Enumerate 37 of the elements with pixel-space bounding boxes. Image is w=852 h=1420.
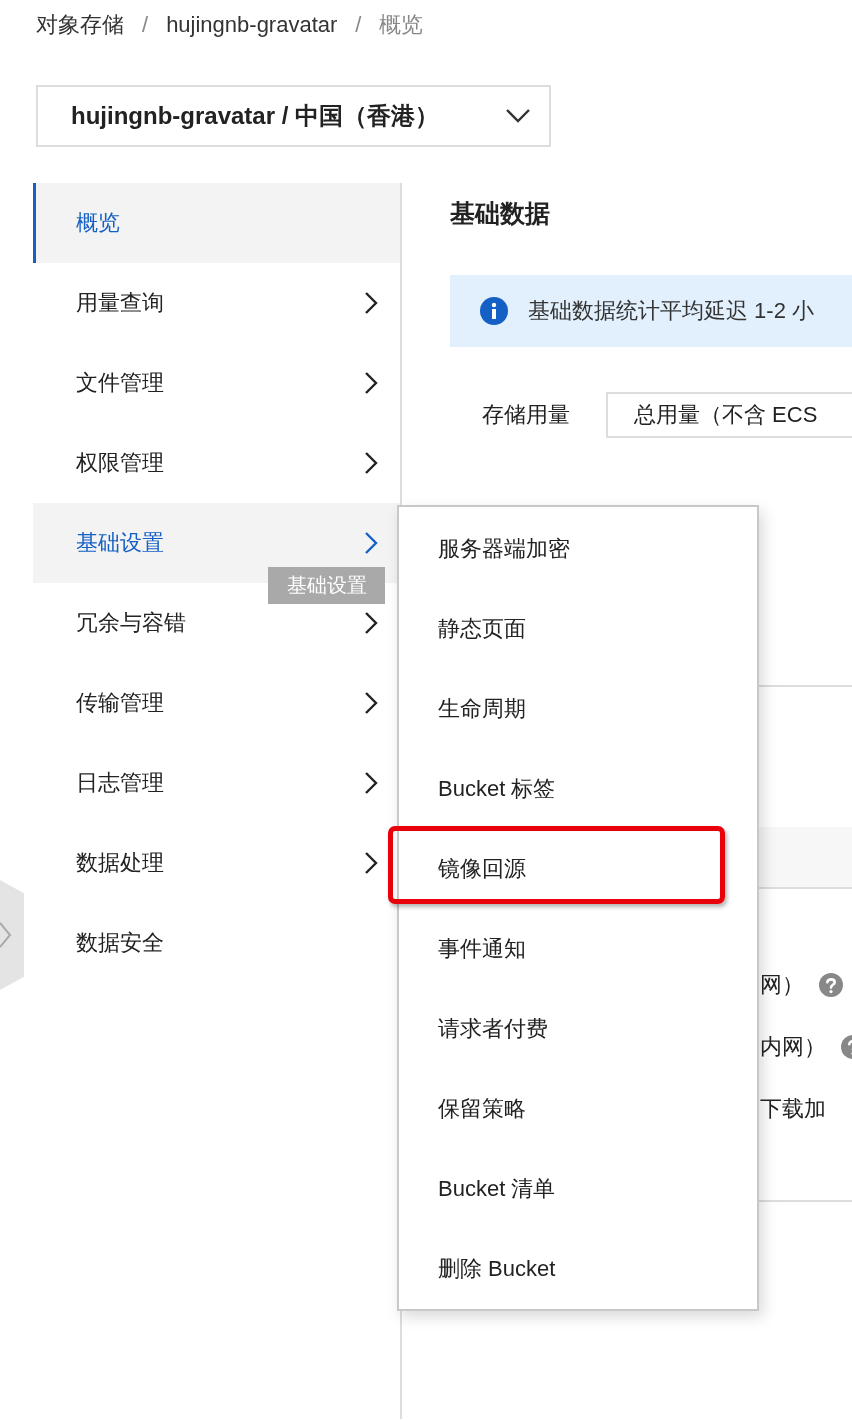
sidebar-item[interactable]: 概览 <box>33 183 400 263</box>
submenu-item[interactable]: 保留策略 <box>399 1069 757 1149</box>
submenu-item[interactable]: 镜像回源 <box>399 829 757 909</box>
chevron-right-icon <box>364 531 378 555</box>
submenu-item[interactable]: Bucket 标签 <box>399 749 757 829</box>
submenu-item[interactable]: 服务器端加密 <box>399 509 757 589</box>
submenu-item[interactable]: Bucket 清单 <box>399 1149 757 1229</box>
bucket-select[interactable]: hujingnb-gravatar / 中国（香港） <box>36 85 551 147</box>
sidebar-item[interactable]: 冗余与容错 <box>76 608 186 638</box>
option-label: 下载加 <box>760 1095 826 1123</box>
option-label: 网） <box>760 971 804 999</box>
sidebar-item[interactable]: 用量查询 <box>76 288 164 318</box>
submenu-item[interactable]: 事件通知 <box>399 909 757 989</box>
breadcrumb-separator: / <box>142 12 149 38</box>
hover-tooltip: 基础设置 <box>268 567 385 604</box>
sidebar-item[interactable]: 权限管理 <box>76 448 164 478</box>
sidebar-item[interactable]: 数据处理 <box>76 848 164 878</box>
submenu-item[interactable]: 生命周期 <box>399 669 757 749</box>
breadcrumb-current: 概览 <box>379 11 424 39</box>
sidebar-item[interactable]: 传输管理 <box>76 688 164 718</box>
breadcrumb-link[interactable]: hujingnb-gravatar <box>166 12 338 38</box>
field-label: 存储用量 <box>482 401 570 429</box>
sidebar-item[interactable]: 日志管理 <box>76 768 164 798</box>
chevron-down-icon <box>505 108 531 124</box>
submenu-item[interactable]: 删除 Bucket <box>399 1229 757 1309</box>
sidebar-item[interactable]: 文件管理 <box>76 368 164 398</box>
submenu-item[interactable]: 静态页面 <box>399 589 757 669</box>
help-icon[interactable] <box>819 973 843 997</box>
sidebar-item[interactable]: 数据安全 <box>76 928 164 958</box>
section-title: 基础数据 <box>450 197 551 229</box>
breadcrumb-link[interactable]: 对象存储 <box>36 10 124 40</box>
info-text: 基础数据统计平均延迟 1-2 小 <box>528 297 815 325</box>
option-label: 内网） <box>760 1033 826 1061</box>
info-icon <box>480 297 508 325</box>
select-field[interactable]: 总用量（不含 ECS <box>606 392 852 438</box>
submenu-item[interactable]: 请求者付费 <box>399 989 757 1069</box>
breadcrumb-separator: / <box>355 12 362 38</box>
